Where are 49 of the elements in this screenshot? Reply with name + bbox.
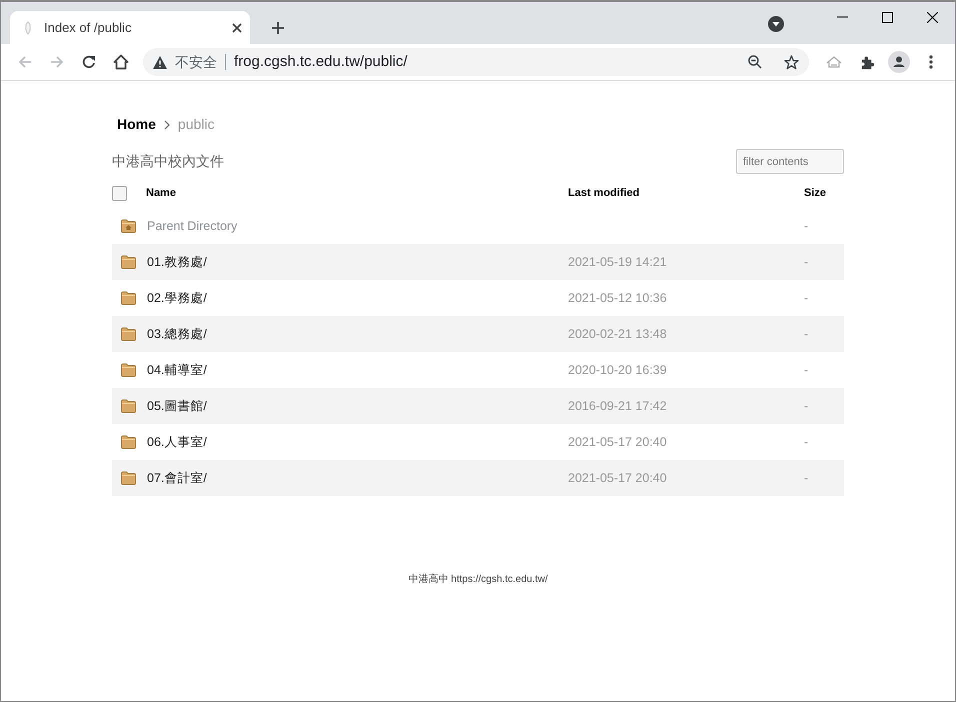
footer-text: 中港高中 https://cgsh.tc.edu.tw/: [408, 572, 548, 587]
modified-date: 2021-05-17 20:40: [568, 470, 667, 485]
url-text: frog.cgsh.tc.edu.tw/public/: [234, 52, 408, 72]
new-tab-icon[interactable]: [272, 22, 284, 34]
folder-icon: [121, 363, 136, 377]
size-text: -: [804, 398, 808, 413]
tab-search-icon[interactable]: [768, 16, 784, 32]
column-header: Name: [146, 186, 176, 201]
folder-icon: [121, 399, 136, 413]
address-bar[interactable]: 不安全 frog.cgsh.tc.edu.tw/public/: [143, 48, 809, 76]
folder-link[interactable]: 05.圖書館/: [147, 396, 207, 416]
breadcrumb-link[interactable]: Home: [117, 114, 156, 135]
modified-date: 2021-05-19 14:21: [568, 254, 667, 269]
favicon-icon: [24, 20, 32, 34]
folder-link[interactable]: 02.學務處/: [147, 288, 207, 308]
folder-link[interactable]: 06.人事室/: [147, 432, 207, 452]
folder-link[interactable]: 01.教務處/: [147, 252, 207, 272]
folder-link[interactable]: 04.輔導室/: [147, 360, 207, 380]
folder-link[interactable]: 07.會計室/: [147, 468, 207, 488]
folder-icon: [121, 327, 136, 341]
star-icon[interactable]: [784, 54, 799, 70]
size-text: -: [804, 254, 808, 269]
size-text: -: [804, 434, 808, 449]
size-text: -: [804, 326, 808, 341]
folder-link[interactable]: 03.總務處/: [147, 324, 207, 344]
security-label: 不安全: [175, 54, 226, 70]
page-heading: 中港高中校內文件: [112, 152, 224, 171]
column-header: Size: [804, 186, 828, 201]
folder-icon: [121, 471, 136, 485]
filter-field[interactable]: filter contents: [736, 149, 844, 174]
select-all-checkbox[interactable]: [112, 186, 127, 200]
modified-date: 2021-05-12 10:36: [568, 290, 667, 305]
warning-icon: [153, 56, 167, 68]
folder-icon: [121, 435, 136, 449]
close-tab-icon[interactable]: [232, 22, 242, 32]
folder-icon: [121, 291, 136, 305]
zoom-out-icon[interactable]: [748, 55, 762, 69]
size-text: -: [804, 470, 808, 485]
modified-date: 2020-02-21 13:48: [568, 326, 667, 341]
chevron-icon: [164, 120, 170, 130]
parent-folder-icon: [121, 219, 136, 233]
size-text: -: [804, 290, 808, 305]
modified-date: 2020-10-20 16:39: [568, 362, 667, 377]
modified-date: 2016-09-21 17:42: [568, 398, 667, 413]
modified-date: 2021-05-17 20:40: [568, 434, 667, 449]
folder-icon: [121, 255, 136, 269]
size-text: -: [804, 218, 808, 233]
size-text: -: [804, 362, 808, 377]
column-header: Last modified: [568, 186, 641, 201]
